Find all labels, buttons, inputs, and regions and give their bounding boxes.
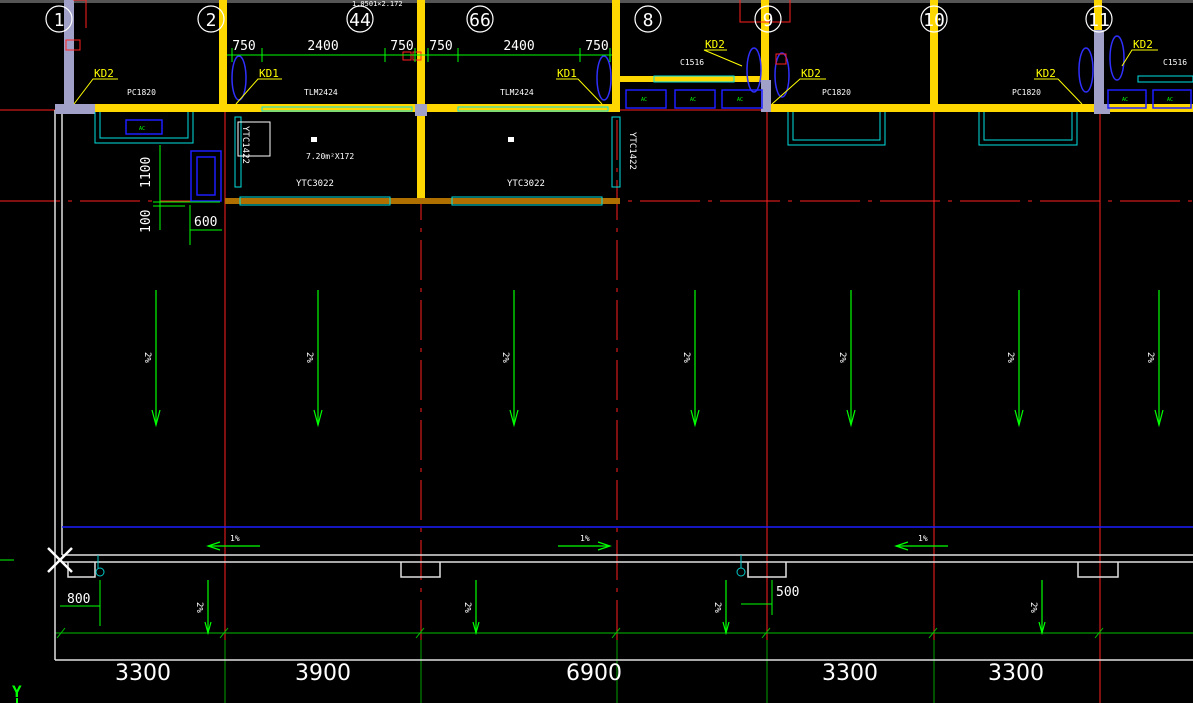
drain-arrows: [151, 290, 1164, 636]
slope-label: 2%: [462, 602, 472, 613]
axis-label: 44: [349, 10, 371, 31]
slope-label: 2%: [681, 352, 691, 363]
window-label: TLM2424: [304, 88, 338, 97]
left-dim-lines: [60, 145, 773, 626]
drain-arrow: [151, 290, 161, 428]
ac-label: AC: [139, 126, 145, 132]
drain-arrow: [313, 290, 323, 428]
window-label: PC1820: [822, 88, 851, 97]
cad-canvas[interactable]: AC AC AC AC AC AC 1 2 44 66 8 9 10 11 1.…: [0, 0, 1193, 703]
ac-label: AC: [641, 97, 647, 103]
drain-arrow: [509, 290, 519, 428]
left-dim: 500: [776, 585, 799, 600]
top-dim: 750: [585, 39, 608, 54]
drain-arrow: [472, 580, 480, 636]
walls: [55, 0, 1193, 204]
axis-label: 1: [54, 10, 65, 31]
ac-label: AC: [1122, 97, 1128, 103]
top-dim: 2400: [503, 39, 534, 54]
window-label: TLM2424: [500, 88, 534, 97]
top-dim: 750: [429, 39, 452, 54]
ac-label: AC: [1167, 97, 1173, 103]
top-dim: 2400: [307, 39, 338, 54]
ytc-vertical-label: YTC1422: [627, 132, 637, 170]
drain-arrow: [1014, 290, 1024, 428]
slope-label: 2%: [712, 602, 722, 613]
canvas-top-border: [0, 0, 1193, 3]
axis-label: 9: [763, 10, 774, 31]
gutter-slope-label: 1%: [580, 534, 590, 543]
kd-label: KD2: [94, 67, 114, 80]
gutter-slope-labels: 1% 1% 1%: [230, 534, 928, 543]
bottom-dim: 3300: [988, 661, 1044, 686]
drain-arrow: [722, 580, 730, 636]
window-label: C1516: [680, 58, 704, 67]
top-dim: 750: [390, 39, 413, 54]
gutter-slope-label: 1%: [918, 534, 928, 543]
axis-label: 2: [206, 10, 217, 31]
ac-label: AC: [690, 97, 696, 103]
ucs-icon: Y: [12, 682, 22, 703]
bottom-dim: 3900: [295, 661, 351, 686]
gutter-arrow: [558, 541, 612, 551]
drain-arrow: [1038, 580, 1046, 636]
window-label: C1516: [1163, 58, 1187, 67]
drain-arrow-labels: 2% 2% 2% 2% 2% 2% 2% 2% 2% 2% 2%: [142, 352, 1155, 613]
gutter-arrow: [894, 541, 948, 551]
gutter-slope-label: 1%: [230, 534, 240, 543]
gutter-arrow: [206, 541, 260, 551]
building-outline: [54, 110, 1193, 661]
top-dim: 750: [232, 39, 255, 54]
ytc-label: YTC3022: [296, 179, 334, 189]
window-label: PC1820: [127, 88, 156, 97]
kd-label: KD2: [705, 38, 725, 51]
bottom-dim: 6900: [566, 661, 622, 686]
ac-label: AC: [737, 97, 743, 103]
slope-label: 2%: [500, 352, 510, 363]
slope-label: 2%: [194, 602, 204, 613]
window-label: PC1820: [1012, 88, 1041, 97]
slope-label: 2%: [142, 352, 152, 363]
ytc-labels: YTC3022 YTC3022 YTC1422 YTC1422: [240, 126, 637, 189]
kd-label: KD1: [557, 67, 577, 80]
drain-arrow: [846, 290, 856, 428]
kd-label: KD2: [801, 67, 821, 80]
ac-labels: AC AC AC AC AC AC: [139, 97, 1173, 132]
room-mark: [508, 137, 514, 142]
room-text: 7.20m²X172: [306, 152, 354, 161]
kd-label: KD2: [1133, 38, 1153, 51]
slope-label: 2%: [304, 352, 314, 363]
kd-label: KD2: [1036, 67, 1056, 80]
axis-label: 11: [1088, 10, 1110, 31]
ytc-label: YTC3022: [507, 179, 545, 189]
crosshair-cursor[interactable]: [47, 547, 73, 573]
left-dim: 100: [139, 210, 154, 233]
bottom-dim: 3300: [822, 661, 878, 686]
drain-arrow: [690, 290, 700, 428]
gutter-slope-arrows: [206, 541, 948, 551]
room-mark: [311, 137, 317, 142]
top-cut-text: 1.0501×2.172: [352, 0, 403, 8]
axis-bubble-labels: 1 2 44 66 8 9 10 11: [54, 10, 1110, 31]
left-dim: 800: [67, 592, 90, 607]
left-dim: 600: [194, 215, 217, 230]
axis-label: 8: [643, 10, 654, 31]
axis-label: 10: [923, 10, 945, 31]
ytc-vertical-label: YTC1422: [240, 126, 250, 164]
left-dim: 1100: [139, 157, 154, 188]
axis-label: 66: [469, 10, 491, 31]
drain-arrow: [1154, 290, 1164, 428]
kd-label: KD1: [259, 67, 279, 80]
slope-label: 2%: [1005, 352, 1015, 363]
slope-label: 2%: [1145, 352, 1155, 363]
slope-label: 2%: [1028, 602, 1038, 613]
slope-label: 2%: [837, 352, 847, 363]
drain-arrow: [204, 580, 212, 636]
bottom-dims: 3300 3900 6900 3300 3300: [115, 661, 1044, 686]
bottom-dim: 3300: [115, 661, 171, 686]
